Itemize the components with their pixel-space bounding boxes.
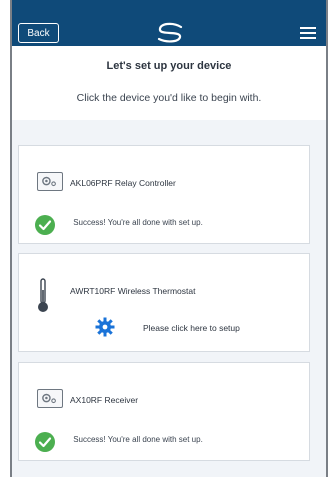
receiver-icon [37,389,63,408]
brand-logo-icon [157,22,183,43]
device-name: AX10RF Receiver [70,395,139,405]
device-card-akl06prf[interactable]: AKL06PRF Relay Controller Success! You'r… [18,145,310,244]
hamburger-menu-icon[interactable] [300,27,316,39]
page-subtitle: Click the device you'd like to begin wit… [76,92,262,104]
device-name: AKL06PRF Relay Controller [70,178,176,188]
gear-icon[interactable] [95,317,115,337]
top-bar: Back [12,0,326,46]
success-message: Success! You're all done with set up. [73,435,203,444]
page-title: Let's set up your device [106,60,232,72]
relay-icon [37,172,63,191]
device-name: AWRT10RF Wireless Thermostat [70,286,196,296]
success-message: Success! You're all done with set up. [73,218,203,227]
back-button[interactable]: Back [18,23,59,43]
page-header: Let's set up your device Click the devic… [12,46,326,120]
success-check-icon [35,215,55,235]
success-check-icon [35,432,55,452]
setup-link[interactable]: Please click here to setup [143,323,240,333]
device-card-ax10rf[interactable]: AX10RF Receiver Success! You're all done… [18,362,310,461]
device-card-awrt10rf[interactable]: AWRT10RF Wireless Thermostat Please clic… [18,253,310,352]
thermometer-icon [38,278,48,312]
